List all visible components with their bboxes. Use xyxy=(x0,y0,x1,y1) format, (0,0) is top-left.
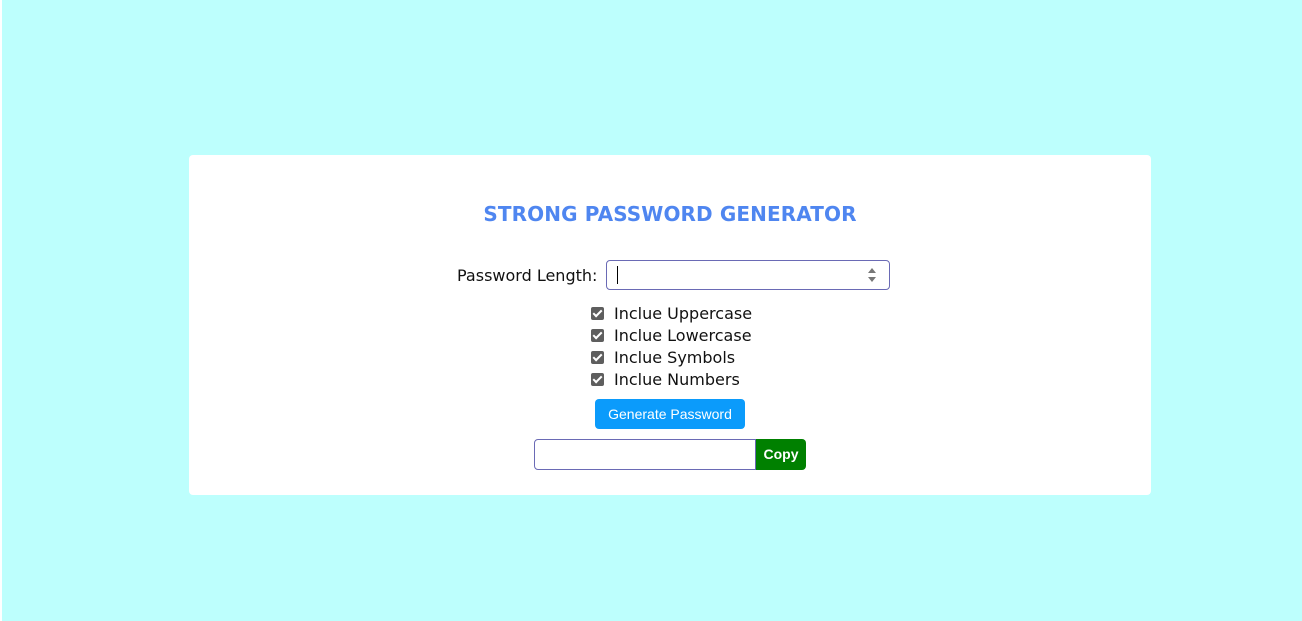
option-label: Inclue Lowercase xyxy=(614,325,752,345)
page-edge xyxy=(0,0,2,621)
option-symbols[interactable]: Inclue Symbols xyxy=(591,346,752,368)
option-lowercase[interactable]: Inclue Lowercase xyxy=(591,324,752,346)
copy-button[interactable]: Copy xyxy=(756,439,806,470)
numbers-checkbox[interactable] xyxy=(591,372,604,386)
option-label: Inclue Uppercase xyxy=(614,303,753,323)
options-list: Inclue Uppercase Inclue Lowercase Inclue… xyxy=(591,302,752,390)
generate-password-button[interactable]: Generate Password xyxy=(595,399,745,429)
spin-down-icon[interactable] xyxy=(868,277,877,282)
option-numbers[interactable]: Inclue Numbers xyxy=(591,368,752,390)
option-uppercase[interactable]: Inclue Uppercase xyxy=(591,302,752,324)
option-label: Inclue Numbers xyxy=(614,369,740,389)
password-length-label: Password Length: xyxy=(457,265,598,285)
spin-up-icon[interactable] xyxy=(868,268,877,273)
text-caret xyxy=(617,266,619,284)
option-label: Inclue Symbols xyxy=(614,347,736,367)
password-output-field[interactable] xyxy=(534,439,756,470)
number-spinner[interactable] xyxy=(867,266,877,284)
lowercase-checkbox[interactable] xyxy=(591,328,604,342)
uppercase-checkbox[interactable] xyxy=(591,306,604,320)
password-length-input[interactable] xyxy=(606,260,891,290)
password-length-row: Password Length: xyxy=(457,259,891,291)
symbols-checkbox[interactable] xyxy=(591,350,604,364)
page-title: STRONG PASSWORD GENERATOR xyxy=(483,202,857,226)
password-output-row: Copy xyxy=(534,439,806,470)
generator-card: STRONG PASSWORD GENERATOR Password Lengt… xyxy=(189,155,1151,495)
